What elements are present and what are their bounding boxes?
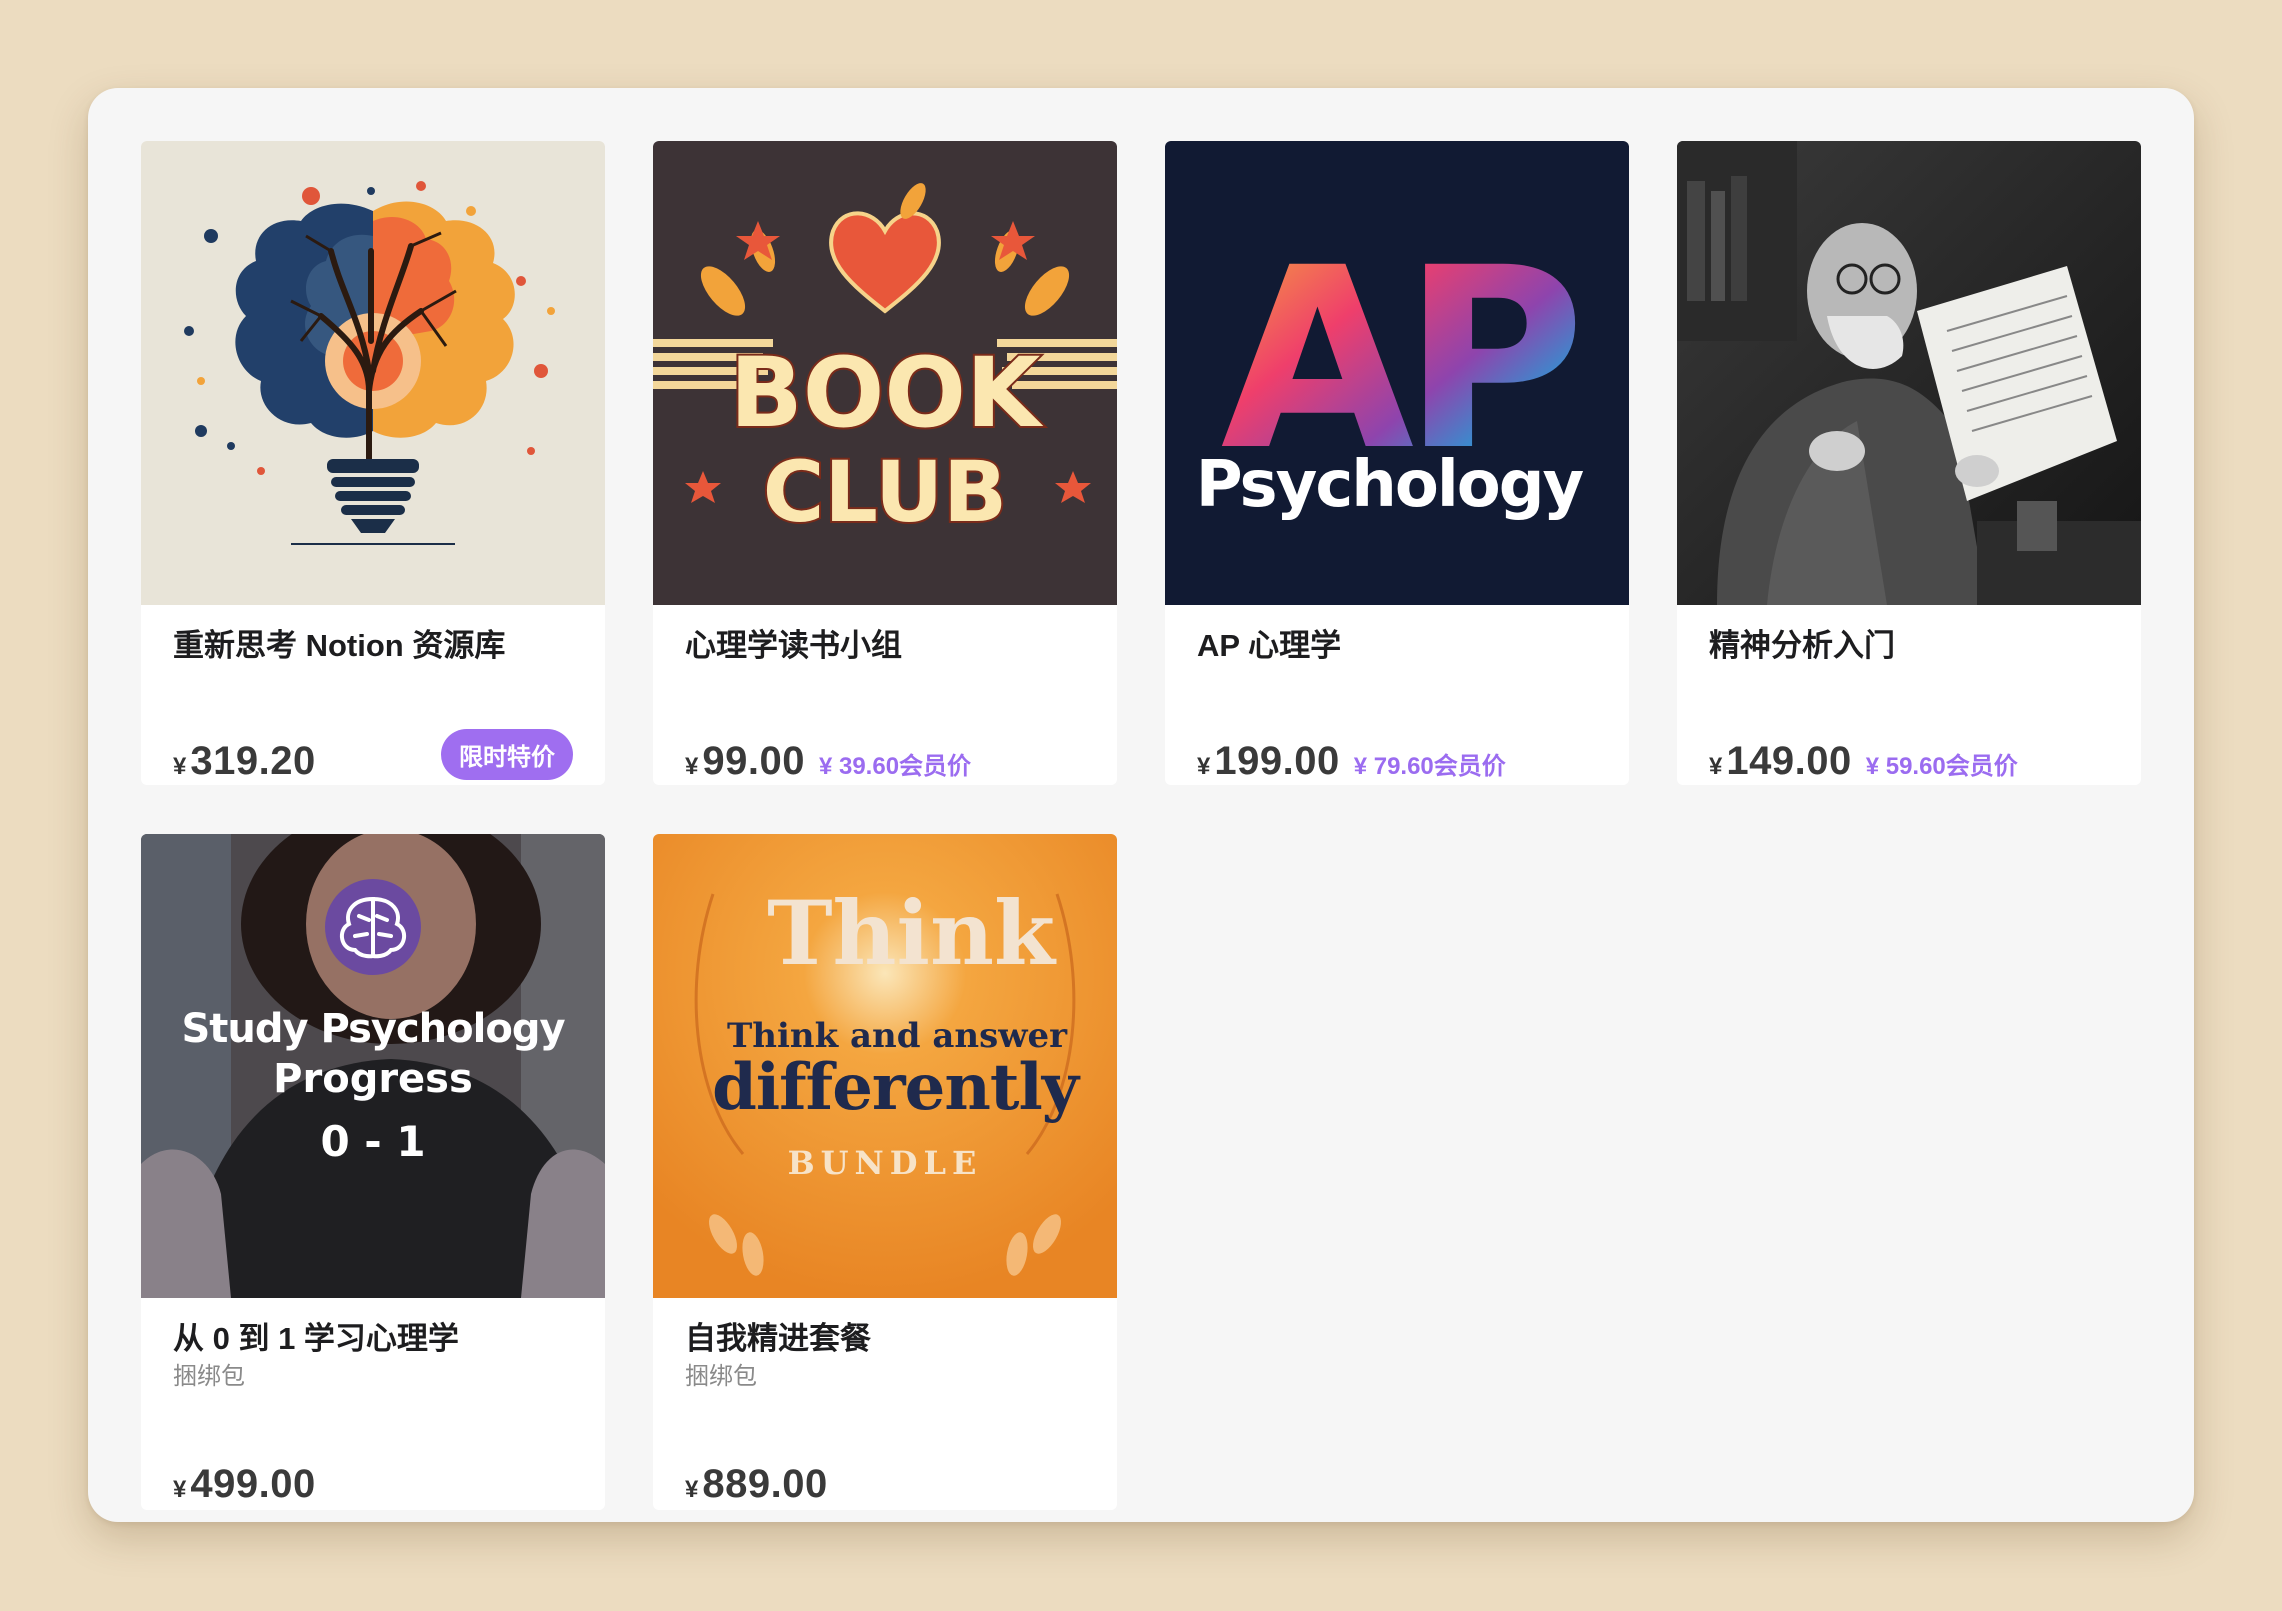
cover-text-think: Think (767, 881, 1057, 985)
cover-text-differently: differently (712, 1050, 1081, 1125)
member-price: ¥ 39.60会员价 (818, 753, 972, 780)
product-title: 自我精进套餐 (685, 1321, 871, 1356)
price-row: ¥ 199.00 ¥ 79.60会员价 (1197, 739, 1597, 784)
product-price: 99.00 (702, 739, 805, 783)
product-price: 499.00 (190, 1462, 316, 1506)
cover-text-zero-one: 0 - 1 (320, 1117, 425, 1166)
price-row: ¥ 149.00 ¥ 59.60会员价 (1709, 739, 2109, 784)
currency-symbol: ¥ (685, 753, 699, 780)
cover-text-book: BOOK (730, 337, 1044, 449)
product-title: 重新思考 Notion 资源库 (173, 628, 506, 663)
currency-symbol: ¥ (685, 1476, 699, 1503)
member-price: ¥ 79.60会员价 (1353, 753, 1506, 780)
currency-symbol: ¥ (1197, 753, 1211, 780)
currency-symbol: ¥ (1709, 753, 1723, 780)
price-row: ¥ 889.00 (685, 1462, 1085, 1507)
cover-think-bundle-image: Think Think and answer differently BUNDL… (653, 834, 1117, 1298)
cover-text-progress: Progress (273, 1056, 473, 1102)
cover-photo-reading-man-image (1677, 141, 2141, 605)
cover-text-psychology: Psychology (1196, 448, 1584, 522)
price-row: ¥ 99.00 ¥ 39.60会员价 (685, 739, 1085, 784)
cover-text-club: CLUB (763, 443, 1007, 541)
product-title: AP 心理学 (1197, 628, 1342, 663)
cover-book-club-image: BOOK CLUB (653, 141, 1117, 605)
currency-symbol: ¥ (173, 753, 187, 780)
cover-ap-psychology-image: AP Psychology (1165, 141, 1629, 605)
currency-symbol: ¥ (173, 1476, 187, 1503)
bundle-label: 捆绑包 (173, 1363, 245, 1390)
product-grid-panel: 重新思考 Notion 资源库 ¥ 319.20 限时特价 BOOK CLUB … (88, 88, 2194, 1522)
product-card-psychoanalysis[interactable]: 精神分析入门 ¥ 149.00 ¥ 59.60会员价 (1677, 141, 2141, 785)
member-price: ¥ 59.60会员价 (1865, 753, 2018, 780)
product-card-book-club[interactable]: BOOK CLUB 心理学读书小组 ¥ 99.00 ¥ 39.60会员价 (653, 141, 1117, 785)
bundle-label: 捆绑包 (685, 1363, 757, 1390)
price-row: ¥ 499.00 (173, 1462, 573, 1507)
price-row: ¥ 319.20 限时特价 (173, 729, 573, 784)
limited-offer-badge: 限时特价 (441, 729, 573, 780)
product-price: 199.00 (1214, 739, 1340, 783)
product-price: 889.00 (702, 1462, 828, 1506)
product-title: 心理学读书小组 (685, 628, 902, 663)
cover-text-study: Study Psychology (181, 1006, 565, 1052)
product-card-study-psychology-bundle[interactable]: Study Psychology Progress 0 - 1 从 0 到 1 … (141, 834, 605, 1510)
cover-text-bundle: BUNDLE (788, 1144, 983, 1182)
cover-study-psychology-image: Study Psychology Progress 0 - 1 (141, 834, 605, 1298)
product-price: 319.20 (190, 739, 316, 783)
product-card-notion[interactable]: 重新思考 Notion 资源库 ¥ 319.20 限时特价 (141, 141, 605, 785)
product-title: 从 0 到 1 学习心理学 (173, 1321, 459, 1356)
product-title: 精神分析入门 (1709, 628, 1895, 663)
product-card-ap-psychology[interactable]: AP Psychology AP 心理学 ¥ 199.00 ¥ 79.60会员价 (1165, 141, 1629, 785)
cover-brain-tree-image (141, 141, 605, 605)
product-price: 149.00 (1726, 739, 1852, 783)
product-card-self-improvement-bundle[interactable]: Think Think and answer differently BUNDL… (653, 834, 1117, 1510)
